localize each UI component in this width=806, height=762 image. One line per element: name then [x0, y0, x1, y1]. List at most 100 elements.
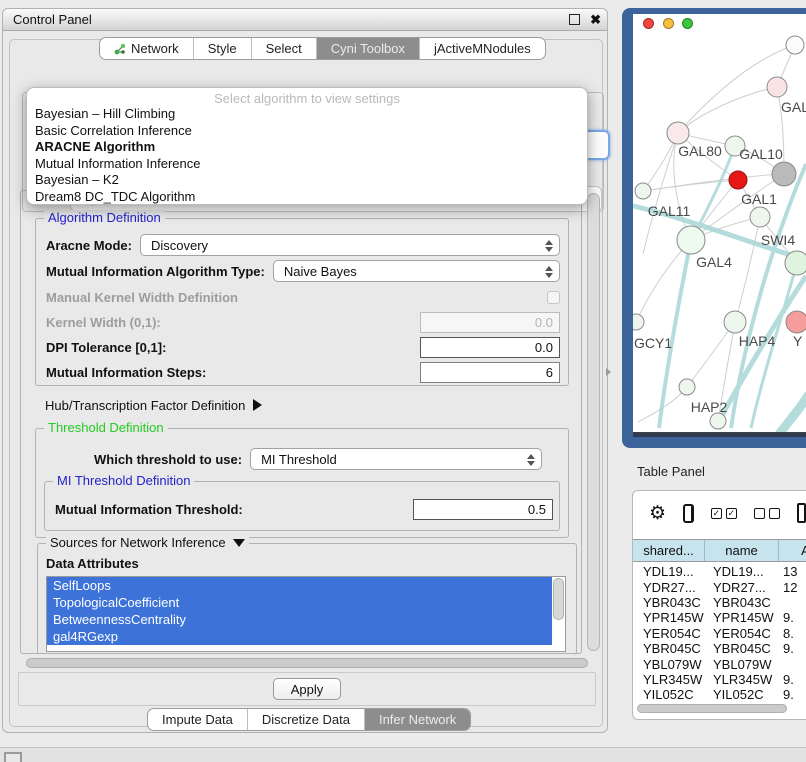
table-cell: YDL19...: [633, 564, 705, 579]
network-node-swi4[interactable]: [785, 251, 806, 275]
manual-kernel-checkbox[interactable]: [547, 291, 560, 304]
tab-jactivemnodules[interactable]: jActiveMNodules: [420, 38, 545, 59]
window-zoom-button[interactable]: [682, 18, 693, 29]
table-row[interactable]: YBR043CYBR043C: [633, 595, 806, 610]
bottom-tab-infer-network[interactable]: Infer Network: [365, 709, 470, 730]
mi-steps-field[interactable]: [420, 362, 560, 383]
gear-icon[interactable]: ⚙: [649, 504, 666, 523]
which-threshold-value: MI Threshold: [261, 452, 337, 467]
network-node-gal11[interactable]: [635, 183, 651, 199]
table-row[interactable]: YDL19...YDL19...13: [633, 564, 806, 579]
which-threshold-combo[interactable]: MI Threshold: [250, 448, 542, 470]
network-canvas[interactable]: GALGAL80GAL10GAL1GAL11SWI4GAL4GCY1HAP4YH…: [633, 14, 806, 432]
splitter-collapse-icon[interactable]: [606, 368, 611, 376]
network-node-label: HAP4: [739, 333, 776, 349]
network-window[interactable]: GALGAL80GAL10GAL1GAL11SWI4GAL4GCY1HAP4YH…: [622, 8, 806, 448]
kernel-width-row: Kernel Width (0,1):: [46, 310, 560, 334]
settings-vertical-scrollbar[interactable]: [587, 193, 600, 651]
screen: Control Panel ✖ galFiltered.sif default …: [0, 0, 806, 762]
table-row[interactable]: YER054CYER054C8.: [633, 626, 806, 641]
table-row[interactable]: YDR27...YDR27...12: [633, 579, 806, 594]
algorithm-placeholder: Select algorithm to view settings: [27, 88, 587, 106]
tab-cyni-toolbox[interactable]: Cyni Toolbox: [317, 38, 420, 59]
network-node-gal80[interactable]: [667, 122, 689, 144]
dpi-tolerance-label: DPI Tolerance [0,1]:: [46, 340, 166, 355]
table-row[interactable]: YBR045CYBR045C9.: [633, 641, 806, 656]
tab-network[interactable]: Network: [100, 38, 194, 59]
tab-label: Cyni Toolbox: [331, 41, 405, 56]
sources-title-row[interactable]: Sources for Network Inference: [46, 535, 249, 550]
document-icon[interactable]: [797, 503, 806, 523]
mi-type-combo[interactable]: Naive Bayes: [273, 260, 560, 282]
table-row[interactable]: YLR345WYLR345W9.: [633, 672, 806, 687]
aracne-mode-combo[interactable]: Discovery: [140, 234, 560, 256]
network-node-y[interactable]: [786, 311, 806, 333]
algorithm-item-bayesian-hill-climbing[interactable]: Bayesian – Hill Climbing: [27, 106, 587, 123]
kernel-width-field[interactable]: [420, 312, 560, 333]
attribute-item-topologicalcoefficient[interactable]: TopologicalCoefficient: [47, 594, 552, 611]
table-row[interactable]: YPR145WYPR145W9.: [633, 610, 806, 625]
window-close-button[interactable]: [643, 18, 654, 29]
network-node-gal4[interactable]: [677, 226, 705, 254]
which-threshold-row: Which threshold to use: MI Threshold: [94, 447, 560, 471]
algorithm-dropdown-popup: Select algorithm to view settings Bayesi…: [26, 87, 588, 205]
apply-button[interactable]: Apply: [273, 678, 341, 700]
table-cell: YLR345W: [705, 672, 779, 687]
table-row[interactable]: YIL052CYIL052C9.: [633, 687, 806, 702]
column-header-a[interactable]: A: [779, 540, 806, 561]
table-row[interactable]: YBL079WYBL079W: [633, 656, 806, 671]
attribute-item-betweennesscentrality[interactable]: BetweennessCentrality: [47, 611, 552, 628]
network-node-hap4[interactable]: [724, 311, 746, 333]
algorithm-item-mutual-information-inference[interactable]: Mutual Information Inference: [27, 156, 587, 173]
list-vertical-scrollbar[interactable]: [553, 578, 564, 620]
network-node-gcy1[interactable]: [633, 314, 644, 330]
collapse-down-icon: [233, 539, 245, 547]
table-horizontal-scrollbar[interactable]: [637, 704, 803, 714]
settings-horizontal-scrollbar[interactable]: [22, 657, 600, 669]
columns-icon[interactable]: [683, 504, 694, 523]
data-attributes-label: Data Attributes: [46, 556, 139, 571]
threshold-definition-title: Threshold Definition: [44, 420, 168, 435]
control-panel-titlebar[interactable]: Control Panel ✖: [3, 9, 607, 31]
tab-style[interactable]: Style: [194, 38, 252, 59]
column-header-name[interactable]: name: [705, 540, 779, 561]
network-node-label: SWI4: [761, 232, 795, 248]
mi-steps-row: Mutual Information Steps:: [46, 360, 560, 384]
algorithm-item-aracne-algorithm[interactable]: ARACNE Algorithm: [27, 139, 587, 156]
window-minimize-button[interactable]: [663, 18, 674, 29]
close-icon[interactable]: ✖: [590, 14, 601, 25]
hub-definition-toggle[interactable]: Hub/Transcription Factor Definition: [45, 394, 262, 416]
table-cell: YBL079W: [705, 657, 779, 672]
mini-window-icon[interactable]: [4, 752, 22, 762]
column-header-shared[interactable]: shared...: [633, 540, 705, 561]
bottom-panel-strip: [0, 747, 806, 762]
mi-threshold-field[interactable]: [413, 499, 553, 520]
algorithm-item-bayesian-k2[interactable]: Bayesian – K2: [27, 172, 587, 189]
bottom-tab-discretize-data[interactable]: Discretize Data: [248, 709, 365, 730]
network-node[interactable]: [786, 36, 804, 54]
data-attributes-list[interactable]: SelfLoopsTopologicalCoefficientBetweenne…: [46, 576, 566, 652]
aracne-mode-row: Aracne Mode: Discovery: [46, 233, 560, 257]
network-node[interactable]: [710, 413, 726, 429]
network-node-gal1[interactable]: [750, 207, 770, 227]
algorithm-item-basic-correlation-inference[interactable]: Basic Correlation Inference: [27, 123, 587, 140]
select-all-checks-icon[interactable]: ✓✓: [711, 508, 737, 519]
network-node-hap2[interactable]: [679, 379, 695, 395]
table-header[interactable]: shared...nameA: [633, 539, 806, 562]
network-node[interactable]: [772, 162, 796, 186]
float-window-icon[interactable]: [569, 14, 580, 25]
dpi-tolerance-field[interactable]: [420, 337, 560, 358]
algorithm-list: Bayesian – Hill ClimbingBasic Correlatio…: [27, 106, 587, 205]
network-node-label: Y: [793, 333, 803, 349]
aracne-mode-value: Discovery: [151, 238, 208, 253]
attribute-item-selfloops[interactable]: SelfLoops: [47, 577, 552, 594]
tab-select[interactable]: Select: [252, 38, 317, 59]
deselect-all-checks-icon[interactable]: [754, 508, 780, 519]
network-node-gal[interactable]: [767, 77, 787, 97]
attribute-item-gal4rgexp[interactable]: gal4RGexp: [47, 628, 552, 645]
algorithm-item-dream8-dc-tdc-algorithm[interactable]: Dream8 DC_TDC Algorithm: [27, 189, 587, 206]
bottom-tab-impute-data[interactable]: Impute Data: [148, 709, 248, 730]
table-cell: YDR27...: [705, 580, 779, 595]
dpi-tolerance-row: DPI Tolerance [0,1]:: [46, 335, 560, 359]
network-node[interactable]: [729, 171, 747, 189]
